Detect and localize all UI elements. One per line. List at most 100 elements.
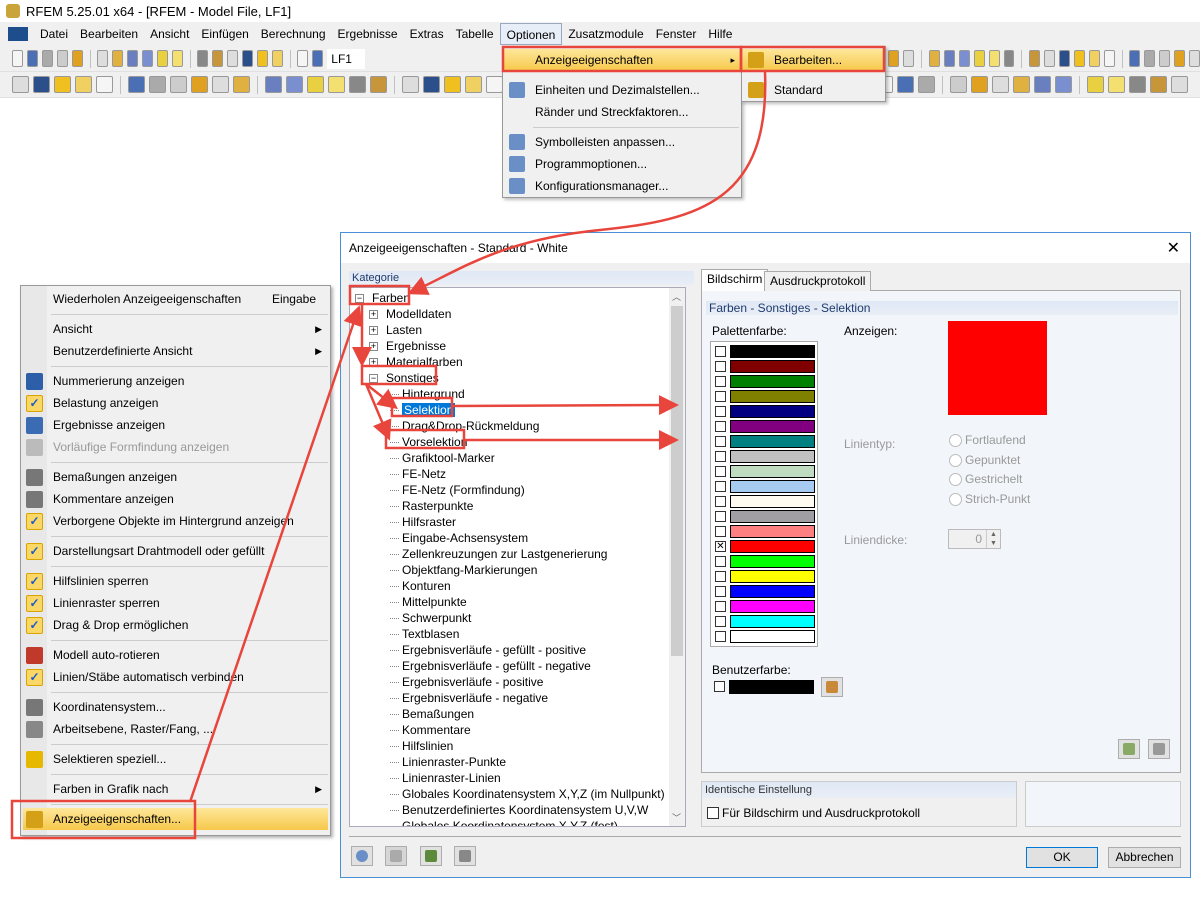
options-menu-item[interactable]: Konfigurationsmanager... <box>503 175 741 197</box>
collapse-icon[interactable]: − <box>369 374 378 383</box>
menu-bearbeiten[interactable]: Bearbeiten <box>74 23 144 45</box>
tree-item[interactable]: Ergebnisverläufe - gefüllt - negative <box>402 658 591 674</box>
toolbar-button-icon[interactable] <box>1129 50 1141 67</box>
toolbar-button-icon[interactable] <box>928 50 940 67</box>
toolbar-button-icon[interactable] <box>26 50 38 67</box>
context-menu-item[interactable]: Wiederholen Anzeigeeigenschaften Eingabe <box>23 288 328 310</box>
menu-optionen[interactable]: Optionen <box>499 23 563 45</box>
context-menu-item[interactable]: ✓ Darstellungsart Drahtmodell oder gefüll… <box>23 540 328 562</box>
context-menu-item[interactable]: Kommentare anzeigen <box>23 488 328 510</box>
tree-item[interactable]: Hintergrund <box>402 386 465 402</box>
context-menu-item[interactable]: ✓ Linienraster sperren <box>23 592 328 614</box>
tree-item[interactable]: Linienraster-Linien <box>402 770 501 786</box>
toolbar-button-icon[interactable] <box>444 76 461 93</box>
menu-fenster[interactable]: Fenster <box>650 23 703 45</box>
palette-checkbox[interactable] <box>715 511 726 522</box>
toolbar-button-icon[interactable] <box>943 50 955 67</box>
toolbar-button-icon[interactable] <box>33 76 50 93</box>
toolbar-button-icon[interactable] <box>918 76 935 93</box>
toolbar-button-icon[interactable] <box>903 50 915 67</box>
toolbar-button-icon[interactable] <box>227 50 239 67</box>
edit-button[interactable] <box>385 846 407 866</box>
context-menu-item[interactable]: ✓ Belastung anzeigen <box>23 392 328 414</box>
toolbar-button-icon[interactable] <box>233 76 250 93</box>
menu-zusatzmodule[interactable]: Zusatzmodule <box>562 23 649 45</box>
toolbar-button-icon[interactable] <box>897 76 914 93</box>
palette-list[interactable]: ✕ <box>710 341 818 647</box>
context-menu-item[interactable]: Bemaßungen anzeigen <box>23 466 328 488</box>
toolbar-button-icon[interactable] <box>265 76 282 93</box>
submenu-item[interactable]: Standard <box>742 79 885 101</box>
toolbar-button-icon[interactable] <box>12 50 23 67</box>
toolbar-button-icon[interactable] <box>257 50 268 67</box>
toolbar-button-icon[interactable] <box>1073 50 1085 67</box>
toolbar-button-icon[interactable] <box>1087 76 1104 93</box>
palette-checkbox[interactable] <box>715 451 726 462</box>
toolbar-button-icon[interactable] <box>149 76 166 93</box>
tree-scrollbar[interactable]: ︿ ﹀ <box>669 288 685 826</box>
tree-item[interactable]: Rasterpunkte <box>402 498 473 514</box>
toolbar-button-icon[interactable] <box>1003 50 1015 67</box>
linientyp-radio[interactable] <box>949 453 962 467</box>
tree-item[interactable]: Mittelpunkte <box>402 594 467 610</box>
palette-checkbox[interactable] <box>715 436 726 447</box>
toolbar-button-icon[interactable] <box>242 50 254 67</box>
menu-einfügen[interactable]: Einfügen <box>195 23 254 45</box>
toolbar-button-icon[interactable] <box>97 50 109 67</box>
toolbar-button-icon[interactable] <box>191 76 208 93</box>
toolbar-button-icon[interactable] <box>888 50 900 67</box>
menu-datei[interactable]: Datei <box>34 23 74 45</box>
tree-item[interactable]: Eingabe-Achsensystem <box>402 530 528 546</box>
toolbar-button-icon[interactable] <box>1013 76 1030 93</box>
toolbar-button-icon[interactable] <box>349 76 366 93</box>
toolbar-button-icon[interactable] <box>1150 76 1167 93</box>
tree-item[interactable]: Lasten <box>386 322 422 338</box>
expand-icon[interactable]: + <box>369 342 378 351</box>
ok-button[interactable]: OK <box>1026 847 1098 868</box>
tree-item[interactable]: Ergebnisverläufe - gefüllt - positive <box>402 642 586 658</box>
tree-item[interactable]: Globales Koordinatensystem X,Y,Z (im Nul… <box>402 786 665 802</box>
palette-checkbox[interactable] <box>715 346 726 357</box>
tree-item[interactable]: FE-Netz (Formfindung) <box>402 482 525 498</box>
palette-checkbox[interactable] <box>715 496 726 507</box>
toolbar-button-icon[interactable] <box>171 50 183 67</box>
palette-checkbox[interactable] <box>715 586 726 597</box>
toolbar-button-icon[interactable] <box>1055 76 1072 93</box>
toolbar-button-icon[interactable] <box>297 50 309 67</box>
units-button[interactable] <box>420 846 442 866</box>
submenu-item[interactable]: Bearbeiten... <box>742 49 885 71</box>
toolbar-button-icon[interactable] <box>1103 50 1115 67</box>
expand-icon[interactable]: + <box>369 310 378 319</box>
options-menu-item[interactable]: Einheiten und Dezimalstellen... <box>503 79 741 101</box>
cancel-button[interactable]: Abbrechen <box>1108 847 1181 868</box>
menu-berechnung[interactable]: Berechnung <box>255 23 332 45</box>
palette-checkbox[interactable] <box>715 406 726 417</box>
copy-settings-button[interactable] <box>1148 739 1170 759</box>
toolbar-button-icon[interactable] <box>328 76 345 93</box>
palette-checkbox[interactable] <box>715 361 726 372</box>
toolbar-button-icon[interactable] <box>973 50 985 67</box>
context-menu-item[interactable]: ✓ Verborgene Objekte im Hintergrund anzei… <box>23 510 328 532</box>
palette-checkbox[interactable] <box>715 571 726 582</box>
expand-icon[interactable]: + <box>369 358 378 367</box>
color-picker-button[interactable] <box>821 677 843 697</box>
context-menu-item[interactable]: Modell auto-rotieren <box>23 644 328 666</box>
toolbar-button-icon[interactable] <box>971 76 988 93</box>
tree-item[interactable]: Drag&Drop-Rückmeldung <box>402 418 539 434</box>
palette-checkbox[interactable] <box>715 616 726 627</box>
tree-item[interactable]: Ergebnisverläufe - positive <box>402 674 543 690</box>
toolbar-button-icon[interactable] <box>1129 76 1146 93</box>
tree-item[interactable]: Selektion <box>402 402 456 418</box>
collapse-icon[interactable]: − <box>355 294 364 303</box>
identische-checkbox[interactable] <box>707 807 719 819</box>
tree-item[interactable]: Ergebnisse <box>386 338 446 354</box>
context-menu-item[interactable]: Selektieren speziell... <box>23 748 328 770</box>
help-button[interactable] <box>351 846 373 866</box>
toolbar-button-icon[interactable] <box>141 50 153 67</box>
toolbar-button-icon[interactable] <box>423 76 440 93</box>
context-menu-item[interactable]: Koordinatensystem... <box>23 696 328 718</box>
toolbar-button-icon[interactable] <box>71 50 83 67</box>
tree-item[interactable]: Linienraster-Punkte <box>402 754 506 770</box>
context-menu-item[interactable]: Ergebnisse anzeigen <box>23 414 328 436</box>
toolbar-button-icon[interactable] <box>96 76 113 93</box>
